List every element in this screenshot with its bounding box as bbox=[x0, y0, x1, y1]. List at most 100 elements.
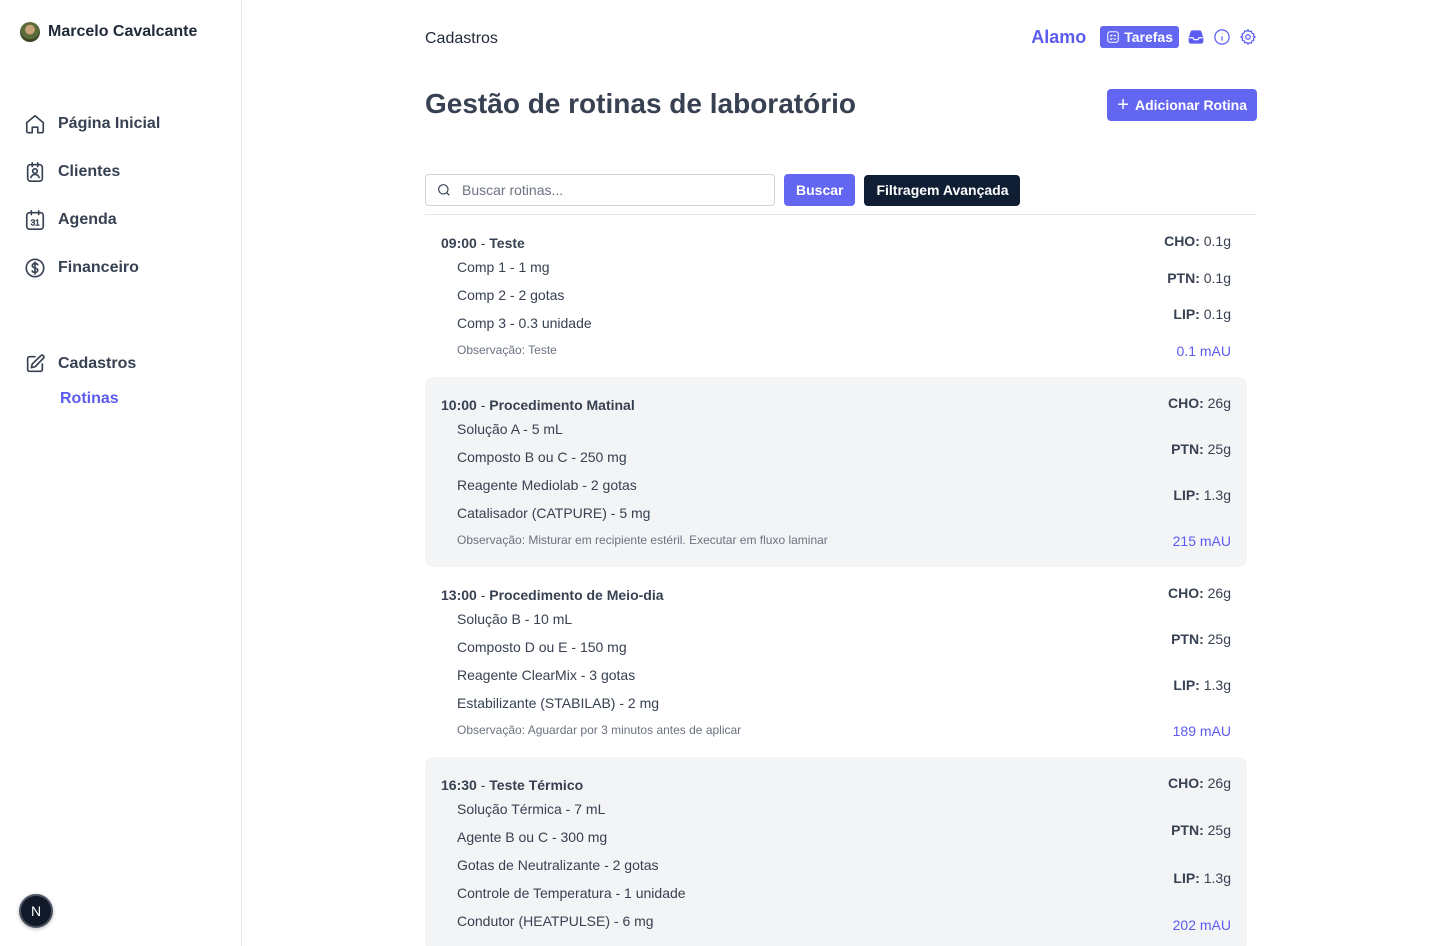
macro-amount: 0.1g bbox=[1203, 306, 1231, 323]
routine-list: 09:00 - Teste Comp 1 - 1 mg Comp 2 - 2 got… bbox=[425, 215, 1247, 946]
routine-details: 13:00 - Procedimento de Meio-dia Solução … bbox=[441, 583, 741, 741]
macro-amount: 25g bbox=[1207, 441, 1231, 457]
routine-separator: - bbox=[477, 235, 489, 251]
dev-badge[interactable]: N bbox=[19, 894, 53, 928]
dollar-icon bbox=[25, 258, 45, 278]
macro-label: LIP: bbox=[1173, 869, 1200, 886]
routine-separator: - bbox=[477, 777, 489, 793]
routine-component: Controle de Temperatura - 1 unidade bbox=[457, 885, 686, 901]
sidebar-item-label: Cadastros bbox=[58, 355, 137, 372]
sidebar-item-rotinas[interactable]: Rotinas bbox=[60, 390, 119, 408]
lip-value: LIP: 1.3g bbox=[1173, 675, 1231, 695]
routine-details: 10:00 - Procedimento Matinal Solução A - … bbox=[441, 393, 828, 551]
tasks-icon bbox=[1107, 31, 1119, 43]
info-button[interactable] bbox=[1213, 28, 1231, 46]
svg-text:31: 31 bbox=[31, 219, 41, 228]
routine-nutrients: CHO: 26g PTN: 25g LIP: 1.3g 202 mAU bbox=[1168, 773, 1231, 935]
routine-header: 09:00 - Teste bbox=[441, 233, 592, 253]
top-actions: Alamo Tarefas bbox=[1031, 26, 1257, 48]
tasks-label: Tarefas bbox=[1124, 29, 1173, 45]
routine-item[interactable]: 13:00 - Procedimento de Meio-dia Solução … bbox=[425, 567, 1247, 757]
macro-label: LIP: bbox=[1173, 306, 1200, 323]
info-icon bbox=[1214, 29, 1230, 45]
add-routine-label: Adicionar Rotina bbox=[1134, 97, 1247, 113]
macro-label: PTN: bbox=[1171, 822, 1204, 839]
routine-item[interactable]: 16:30 - Teste Térmico Solução Térmica - 7… bbox=[425, 757, 1247, 946]
sidebar-item-label: Clientes bbox=[58, 163, 121, 180]
sidebar-item-finance[interactable]: Financeiro bbox=[24, 254, 160, 282]
plus-icon: + bbox=[1117, 94, 1129, 116]
search-bar: Buscar Filtragem Avançada bbox=[425, 174, 1021, 206]
dash-text: - bbox=[480, 235, 486, 251]
routine-component: Composto B ou C - 250 mg bbox=[457, 449, 627, 465]
advanced-filter-button[interactable]: Filtragem Avançada bbox=[864, 174, 1021, 206]
add-routine-button[interactable]: + Adicionar Rotina bbox=[1107, 89, 1257, 121]
cho-value: CHO: 0.1g bbox=[1164, 231, 1231, 251]
routine-nutrients: CHO: 0.1g PTN: 0.1g LIP: 0.1g 0.1 mAU bbox=[1164, 231, 1231, 361]
user-name: Marcelo Cavalcante bbox=[48, 23, 198, 40]
macro-label: PTN: bbox=[1171, 441, 1204, 457]
ptn-value: PTN: 25g bbox=[1171, 629, 1231, 649]
search-field[interactable] bbox=[425, 174, 775, 206]
home-icon bbox=[25, 114, 45, 134]
search-icon bbox=[438, 184, 450, 196]
routine-details: 16:30 - Teste Térmico Solução Térmica - 7… bbox=[441, 773, 686, 935]
macro-label: CHO: bbox=[1167, 585, 1204, 601]
mau-value: 215 mAU bbox=[1172, 533, 1231, 549]
sidebar-item-cadastros[interactable]: Cadastros bbox=[24, 350, 136, 378]
macro-amount: 26g bbox=[1207, 585, 1231, 601]
routine-component: Comp 3 - 0.3 unidade bbox=[457, 315, 592, 331]
macro-amount: 26g bbox=[1207, 395, 1231, 411]
macro-label: PTN: bbox=[1171, 631, 1204, 647]
ptn-value: PTN: 25g bbox=[1171, 820, 1231, 840]
routine-item[interactable]: 09:00 - Teste Comp 1 - 1 mg Comp 2 - 2 got… bbox=[425, 215, 1247, 377]
macro-label: PTN: bbox=[1167, 269, 1200, 286]
macro-amount: 0.1g bbox=[1203, 269, 1231, 286]
routine-component: Solução A - 5 mL bbox=[457, 421, 563, 437]
sidebar-nav: Página Inicial Clientes 31 Agenda Financ… bbox=[24, 110, 160, 302]
lip-value: LIP: 1.3g bbox=[1173, 485, 1231, 505]
inbox-button[interactable] bbox=[1187, 28, 1205, 46]
page-title: Gestão de rotinas de laboratório bbox=[425, 88, 856, 119]
routine-time: 10:00 bbox=[441, 397, 477, 413]
sidebar-item-clients[interactable]: Clientes bbox=[24, 158, 160, 186]
avatar bbox=[20, 22, 40, 42]
routine-time: 09:00 bbox=[441, 235, 477, 251]
routine-component: Gotas de Neutralizante - 2 gotas bbox=[457, 857, 659, 873]
routine-separator: - bbox=[477, 397, 489, 413]
calendar-icon: 31 bbox=[25, 210, 45, 230]
routine-time: 16:30 bbox=[441, 777, 477, 793]
routine-component: Agente B ou C - 300 mg bbox=[457, 829, 608, 845]
ptn-value: PTN: 0.1g bbox=[1167, 268, 1231, 288]
routine-name: Teste bbox=[489, 235, 525, 251]
macro-amount: 26g bbox=[1207, 775, 1231, 791]
macro-amount: 1.3g bbox=[1203, 487, 1231, 503]
search-button[interactable]: Buscar bbox=[784, 174, 856, 206]
breadcrumb: Cadastros bbox=[425, 30, 498, 47]
settings-button[interactable] bbox=[1239, 28, 1257, 46]
routine-details: 09:00 - Teste Comp 1 - 1 mg Comp 2 - 2 got… bbox=[441, 231, 592, 361]
routine-component: Condutor (HEATPULSE) - 6 mg bbox=[457, 913, 654, 929]
routine-component: Estabilizante (STABILAB) - 2 mg bbox=[457, 695, 660, 711]
ptn-value: PTN: 25g bbox=[1171, 439, 1231, 459]
sidebar-item-agenda[interactable]: 31 Agenda bbox=[24, 206, 160, 234]
search-input[interactable] bbox=[462, 182, 752, 198]
sidebar-item-label: Financeiro bbox=[58, 259, 139, 276]
edit-icon bbox=[26, 354, 45, 373]
routine-time: 13:00 bbox=[441, 587, 477, 603]
dash-text: - bbox=[480, 397, 486, 413]
routine-header: 13:00 - Procedimento de Meio-dia bbox=[441, 585, 741, 605]
brand-logo[interactable]: Alamo bbox=[1031, 27, 1086, 48]
macro-label: LIP: bbox=[1173, 487, 1200, 503]
cho-value: CHO: 26g bbox=[1168, 583, 1231, 603]
macro-label: CHO: bbox=[1167, 395, 1204, 411]
macro-label: LIP: bbox=[1173, 677, 1200, 693]
sidebar-item-home[interactable]: Página Inicial bbox=[24, 110, 160, 138]
routine-item[interactable]: 10:00 - Procedimento Matinal Solução A - … bbox=[425, 377, 1247, 567]
mau-value: 202 mAU bbox=[1172, 916, 1231, 933]
tasks-button[interactable]: Tarefas bbox=[1100, 26, 1179, 48]
routine-component: Reagente ClearMix - 3 gotas bbox=[457, 667, 636, 683]
lip-value: LIP: 1.3g bbox=[1173, 868, 1231, 888]
user-profile[interactable]: Marcelo Cavalcante bbox=[20, 22, 197, 42]
dash-text: - bbox=[480, 587, 486, 603]
